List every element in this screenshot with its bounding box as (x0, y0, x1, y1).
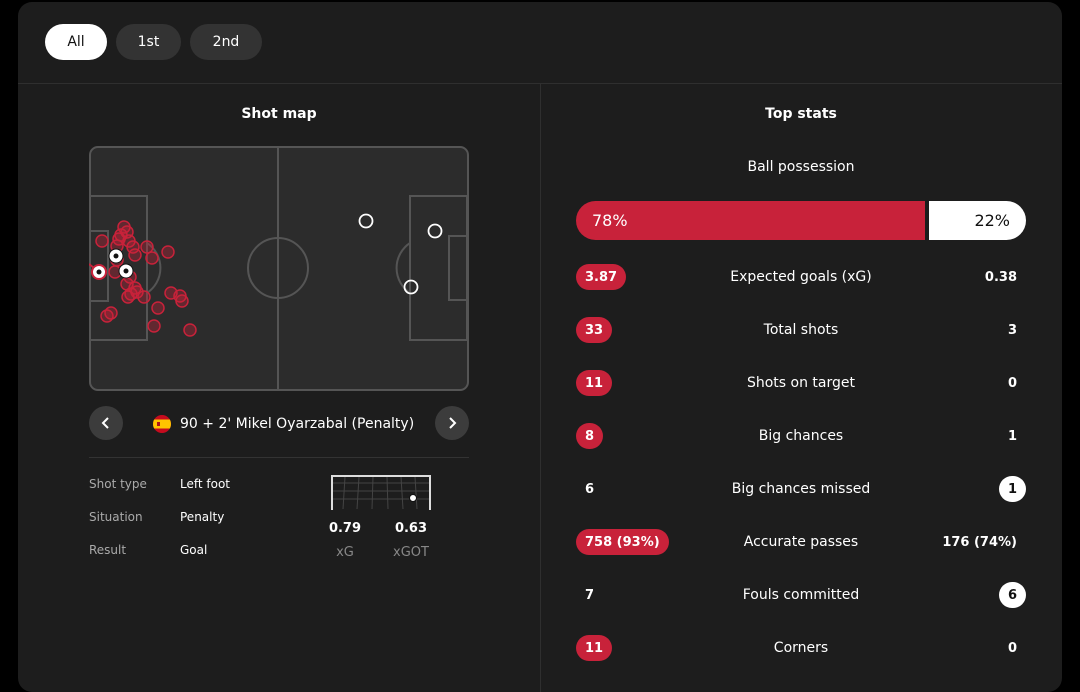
stat-away-value: 1 (1007, 428, 1017, 444)
stat-away-value: 3 (1007, 322, 1017, 338)
home-shot-marker[interactable] (140, 240, 154, 254)
possession-away-value: 22% (974, 211, 1010, 230)
stat-away-value: 6 (998, 582, 1026, 608)
shot-type-label: Shot type (89, 477, 147, 491)
possession-label: Ball possession (747, 159, 855, 175)
top-stats-title: Top stats (765, 106, 837, 122)
tab-all[interactable]: All (45, 24, 107, 60)
period-tabs: All 1st 2nd (45, 24, 262, 60)
stat-row: 8 Big chances 1 (576, 423, 1026, 451)
xgot-value: 0.63 (394, 521, 428, 536)
stat-label: Big chances missed (731, 481, 871, 497)
stat-row: 11 Shots on target 0 (576, 370, 1026, 398)
selected-shot: 90 + 2' Mikel Oyarzabal (Penalty) (153, 415, 414, 433)
selected-shot-text: 90 + 2' Mikel Oyarzabal (Penalty) (180, 416, 415, 432)
xgot-label: xGOT (393, 545, 429, 560)
goal-marker[interactable] (108, 248, 124, 264)
home-shot-marker[interactable] (183, 323, 197, 337)
stat-label: Expected goals (xG) (730, 269, 872, 285)
stat-row: 33 Total shots 3 (576, 317, 1026, 345)
goal-frame-graphic (331, 475, 431, 510)
home-shot-marker[interactable] (128, 248, 142, 262)
xg-label: xG (336, 545, 354, 560)
spain-flag-icon (153, 415, 171, 433)
divider (540, 84, 541, 692)
stat-label: Fouls committed (742, 587, 860, 603)
situation-label: Situation (89, 510, 143, 524)
stat-label: Big chances (758, 428, 844, 444)
selected-goal-marker[interactable] (91, 264, 107, 280)
shot-type-value: Left foot (180, 477, 231, 491)
possession-home: 78% (576, 201, 925, 240)
stat-away-value: 0 (1007, 375, 1017, 391)
stat-away-value: 0.38 (984, 269, 1017, 285)
home-shot-marker[interactable] (145, 251, 159, 265)
possession-bar: 78% 22% (576, 201, 1026, 240)
previous-shot-button[interactable] (89, 406, 123, 440)
xg-value: 0.79 (328, 521, 362, 536)
tab-second-half[interactable]: 2nd (190, 24, 262, 60)
shot-map-pitch (89, 146, 469, 391)
home-shot-marker[interactable] (95, 234, 109, 248)
shot-map-title: Shot map (241, 106, 317, 122)
stat-away-value: 1 (998, 476, 1026, 502)
stat-away-value: 176 (74%) (942, 534, 1017, 550)
stat-row: 7 Fouls committed 6 (576, 582, 1026, 610)
home-shot-marker[interactable] (161, 245, 175, 259)
home-shot-marker[interactable] (121, 290, 135, 304)
chevron-right-icon (449, 417, 457, 429)
stat-row: 6 Big chances missed 1 (576, 476, 1026, 504)
stat-label: Total shots (763, 322, 839, 338)
stat-row: 11 Corners 0 (576, 635, 1026, 663)
tab-first-half[interactable]: 1st (116, 24, 181, 60)
possession-away: 22% (929, 201, 1026, 240)
match-stats-card: All 1st 2nd Shot map 90 + 2' Mikel Oyarz… (18, 2, 1062, 692)
home-shot-marker[interactable] (137, 290, 151, 304)
stat-row: 3.87 Expected goals (xG) 0.38 (576, 264, 1026, 292)
home-shot-marker[interactable] (151, 301, 165, 315)
divider (89, 457, 469, 458)
goal-marker[interactable] (118, 263, 134, 279)
stat-label: Shots on target (746, 375, 855, 391)
situation-value: Penalty (180, 510, 225, 524)
result-label: Result (89, 543, 127, 557)
result-value: Goal (180, 543, 208, 557)
stat-label: Corners (773, 640, 829, 656)
chevron-left-icon (101, 417, 109, 429)
possession-home-value: 78% (592, 211, 628, 230)
home-shot-marker[interactable] (147, 319, 161, 333)
home-shot-marker[interactable] (100, 309, 114, 323)
ball-icon (409, 494, 417, 502)
stat-row: 758 (93%) Accurate passes 176 (74%) (576, 529, 1026, 557)
next-shot-button[interactable] (435, 406, 469, 440)
home-shot-marker[interactable] (175, 294, 189, 308)
stat-away-value: 0 (1007, 640, 1017, 656)
